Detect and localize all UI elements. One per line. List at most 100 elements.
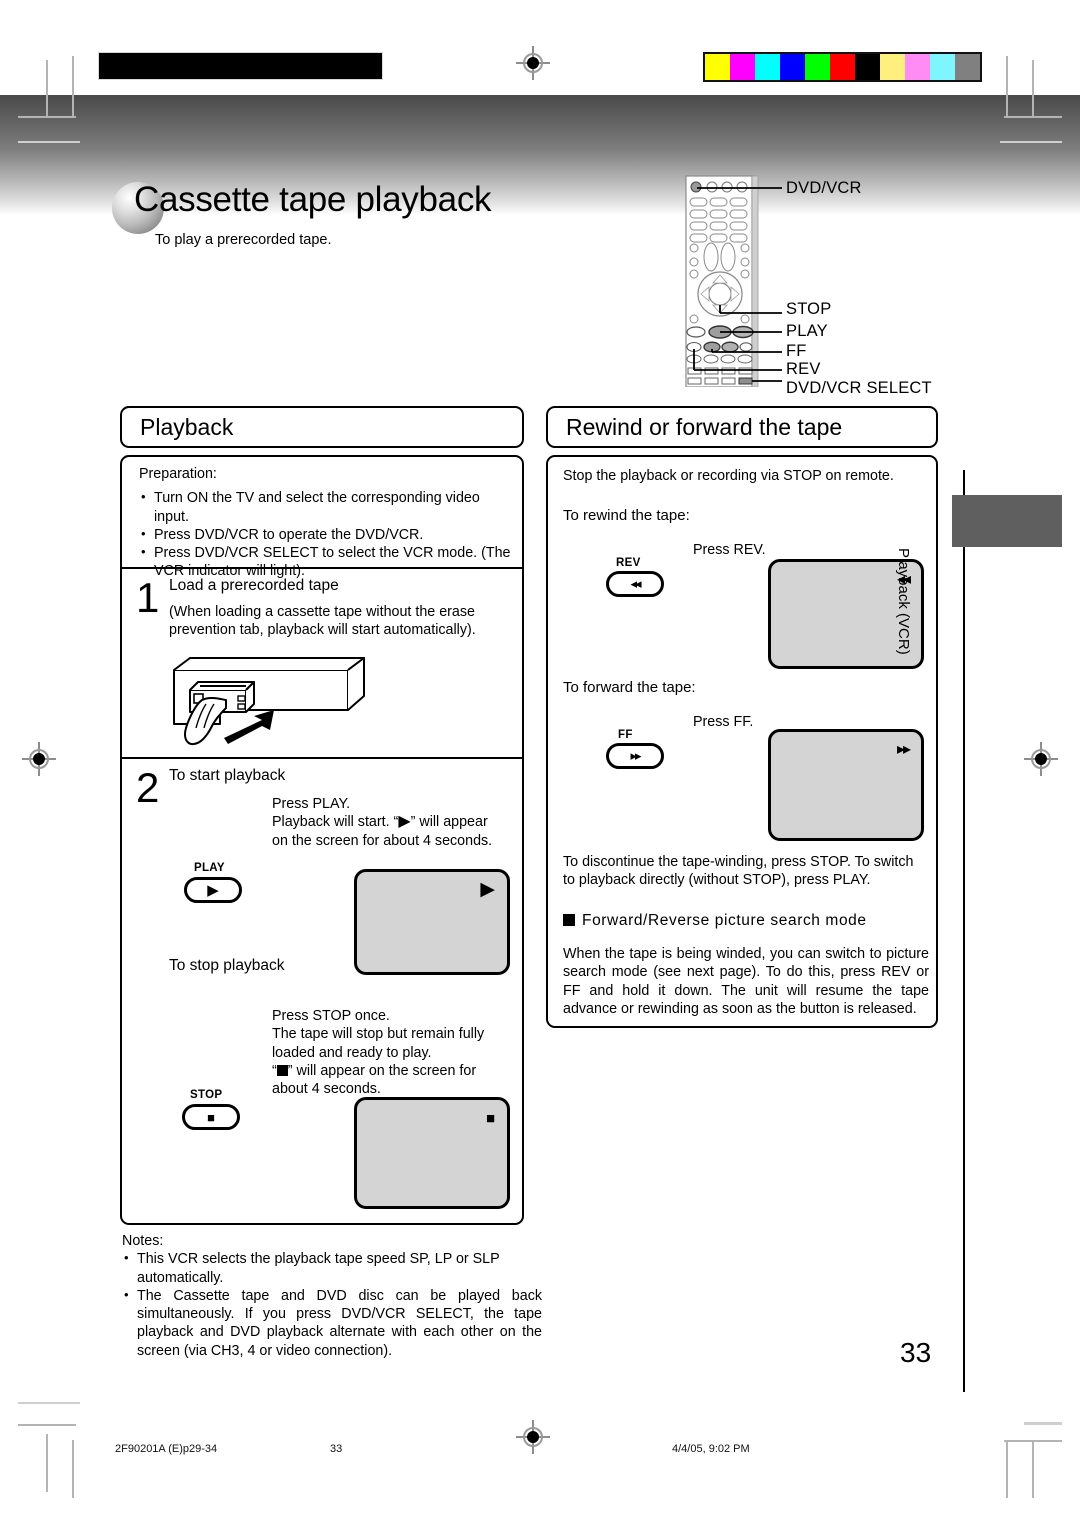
play-triangle-icon: ▶ [398, 813, 411, 831]
crop-mark-tl-v [46, 60, 48, 118]
stop-playback-text: Press STOP once. The tape will stop but … [272, 1007, 512, 1098]
preparation-item: Turn ON the TV and select the correspond… [139, 488, 511, 526]
crop-mark-br-h [1004, 1440, 1062, 1442]
crop-mark-tr-h2 [1000, 141, 1062, 143]
rev-button-label: REV [616, 557, 641, 569]
step-1-number: 1 [136, 574, 160, 621]
step-2-line2: Playback will start. “▶” will appear [272, 813, 512, 831]
rewind-section-body: Stop the playback or recording via STOP … [546, 455, 938, 1028]
screen-display-play: ▶ [354, 869, 510, 975]
playback-section-body: Preparation: Turn ON the TV and select t… [120, 455, 524, 1225]
step-2-line2-a: Playback will start. “ [272, 814, 399, 831]
callout-stop: STOP [786, 300, 832, 318]
crop-mark-br-v [1032, 1440, 1034, 1498]
step-2-line2-b: ” will appear [410, 814, 488, 831]
stop-button[interactable]: ■ [182, 1104, 240, 1130]
note-item: This VCR selects the playback tape speed… [122, 1249, 542, 1287]
screen-stop-icon: ■ [485, 1110, 495, 1127]
crop-mark-bl-h [18, 1424, 76, 1426]
note-item: The Cassette tape and DVD disc can be pl… [122, 1286, 542, 1360]
notes-block: Notes: This VCR selects the playback tap… [122, 1232, 542, 1360]
crop-mark-tr-h [1004, 116, 1062, 118]
discontinue-text: To discontinue the tape-winding, press S… [563, 854, 914, 889]
stop-line4-b: ” will appear on the screen for [287, 1062, 477, 1079]
page-subtitle: To play a prerecorded tape. [155, 232, 332, 248]
footer-doc-id: 2F90201A (E)p29-34 [115, 1443, 218, 1455]
callout-play: PLAY [786, 322, 828, 340]
preparation-item: Press DVD/VCR SELECT to select the VCR m… [139, 543, 511, 581]
crop-mark-bl-v [46, 1434, 48, 1492]
ff-button[interactable]: ▸▸ [606, 743, 664, 769]
step-2-line3: on the screen for about 4 seconds. [272, 832, 493, 849]
stop-playback-title: To stop playback [169, 957, 285, 974]
remote-control-illustration: DVD/VCR STOP PLAY FF REV DVD/VCR SELECT [670, 172, 980, 397]
screen-display-stop: ■ [354, 1097, 510, 1209]
stop-line1: Press STOP once. [272, 1008, 390, 1024]
rewind-label: To rewind the tape: [563, 507, 690, 524]
footer-page-num: 33 [330, 1443, 343, 1455]
search-mode-heading: Forward/Reverse picture search mode [582, 912, 867, 929]
stop-line5: about 4 seconds. [272, 1081, 381, 1098]
side-tab-label: Playback (VCR) [895, 548, 912, 655]
stop-square-icon [276, 1064, 288, 1076]
play-button-label: PLAY [194, 862, 225, 874]
rewind-icon: ◂◂ [630, 576, 641, 591]
preparation-item: Press DVD/VCR to operate the DVD/VCR. [139, 525, 511, 544]
crop-mark-tr-v2 [1006, 56, 1008, 118]
playback-divider-1 [122, 567, 522, 569]
play-button[interactable]: ▶ [184, 877, 242, 903]
preparation-block: Preparation: Turn ON the TV and select t… [139, 465, 511, 581]
page-title-group: Cassette tape playback [112, 180, 492, 234]
callout-rev: REV [786, 360, 821, 378]
step-1-title: Load a prerecorded tape [169, 577, 339, 594]
rewind-section-header: Rewind or forward the tape [546, 406, 938, 448]
stop-line2: The tape will stop but remain fully [272, 1026, 485, 1043]
color-registration-bar [703, 52, 982, 82]
remote-svg [685, 175, 782, 388]
stop-icon: ■ [207, 1109, 215, 1125]
crop-mark-bl-v2 [72, 1440, 74, 1498]
crop-mark-tr-v [1032, 60, 1034, 118]
play-icon: ▶ [207, 882, 219, 899]
page-title: Cassette tape playback [134, 180, 492, 219]
rewind-intro: Stop the playback or recording via STOP … [563, 468, 894, 484]
crop-mark-tl-h2 [18, 141, 80, 143]
search-mode-body: When the tape is being winded, you can s… [563, 946, 929, 1017]
page-number-rule [963, 1330, 965, 1392]
cassette-loading-illustration [142, 652, 382, 757]
forward-press-text: Press FF. [693, 714, 754, 730]
crop-mark-bl-h2 [18, 1402, 80, 1404]
crop-mark-br-v2 [1006, 1440, 1008, 1498]
black-square-bullet-icon [563, 914, 575, 926]
forward-icon: ▸▸ [630, 748, 641, 763]
stop-line4: “” will appear on the screen for [272, 1062, 512, 1080]
step-2-number: 2 [136, 764, 160, 811]
registration-mark-top [516, 46, 550, 80]
playback-divider-2 [122, 757, 522, 759]
stop-button-label: STOP [190, 1089, 223, 1101]
page-right-rule [963, 470, 965, 1392]
step-1-body: (When loading a cassette tape without th… [169, 604, 476, 639]
registration-mark-right [1024, 742, 1058, 776]
registration-mark-bottom [516, 1420, 550, 1454]
rev-button[interactable]: ◂◂ [606, 571, 664, 597]
stop-line3: loaded and ready to play. [272, 1044, 432, 1061]
playback-section-header: Playback [120, 406, 524, 448]
crop-mark-br-h2 [1024, 1422, 1062, 1425]
side-tab-block [952, 495, 1062, 547]
crop-mark-tl-v2 [72, 56, 74, 118]
footer-timestamp: 4/4/05, 9:02 PM [672, 1443, 750, 1455]
search-mode-heading-row: Forward/Reverse picture search mode [563, 912, 867, 930]
screen-play-icon: ▶ [480, 879, 495, 900]
preparation-label: Preparation: [139, 466, 217, 482]
notes-list: This VCR selects the playback tape speed… [122, 1249, 542, 1360]
registration-mark-left [22, 742, 56, 776]
step-2-title: To start playback [169, 767, 286, 784]
page-number: 33 [900, 1337, 932, 1368]
callout-ff: FF [786, 342, 807, 360]
step-2-line1: Press PLAY. [272, 796, 351, 812]
rewind-press-text: Press REV. [693, 542, 766, 558]
black-density-bar [98, 52, 383, 80]
ff-button-label: FF [618, 729, 633, 741]
callout-dvd-vcr-select: DVD/VCR SELECT [786, 379, 932, 397]
